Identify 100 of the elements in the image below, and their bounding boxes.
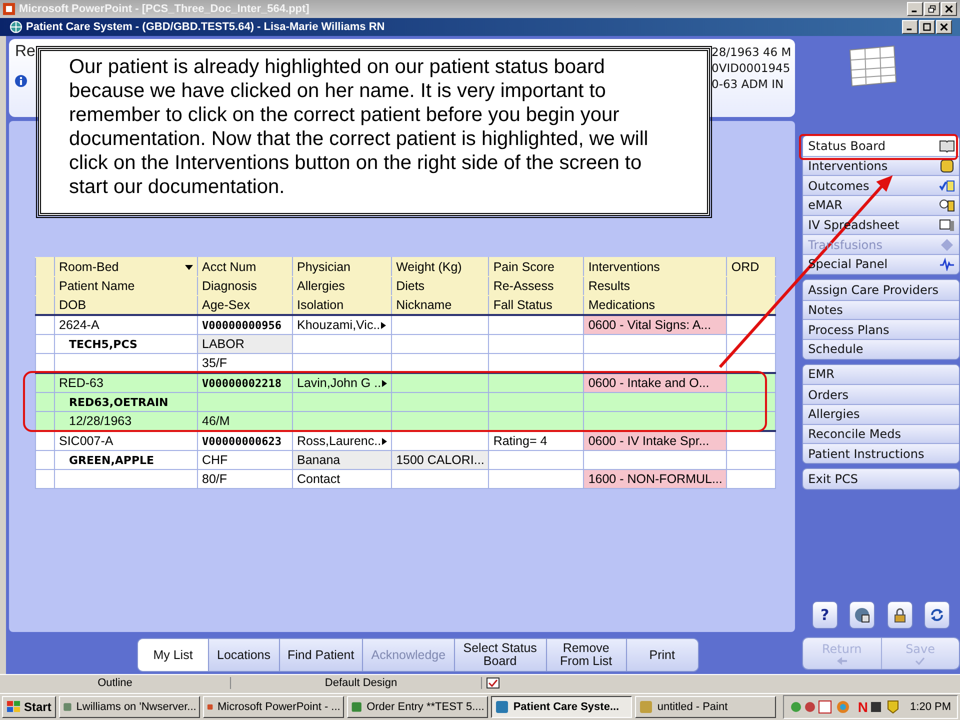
column-header: Allergies bbox=[297, 279, 345, 293]
callout-text: Our patient is already highlighted on our patient status board because we have clicked on her name. It is very important to remember to click on the correct patient before you begin your documentation. Now that the correct patient is highlighted, we will click on the Interventions button on the right side of the screen to start our documentation. bbox=[69, 55, 650, 199]
help-button[interactable]: ? bbox=[812, 601, 838, 629]
close-button[interactable] bbox=[936, 20, 952, 34]
pointer-icon[interactable] bbox=[381, 322, 386, 328]
tab[interactable]: Locations bbox=[208, 639, 279, 671]
patient-detail: 0-63 ADM IN bbox=[712, 76, 784, 92]
tab[interactable]: Print bbox=[626, 639, 698, 671]
pointer-icon[interactable] bbox=[382, 380, 388, 386]
column-header: Patient Name bbox=[59, 279, 135, 293]
pointer-icon[interactable] bbox=[382, 438, 388, 444]
column-header: Isolation bbox=[297, 298, 344, 312]
sidebar-button[interactable]: eMAR bbox=[803, 195, 959, 215]
globe-button[interactable] bbox=[849, 601, 876, 629]
column-header: DOB bbox=[59, 298, 86, 312]
restore-button[interactable] bbox=[924, 2, 940, 16]
back-arrow-icon bbox=[836, 657, 847, 665]
refresh-button[interactable] bbox=[924, 601, 950, 629]
window-title: Microsoft PowerPoint - [PCS_Three_Doc_Inter_564.ppt] bbox=[19, 3, 310, 15]
flag-icon bbox=[7, 701, 21, 713]
sidebar-button[interactable]: Allergies bbox=[803, 404, 959, 424]
column-header: Medications bbox=[588, 298, 656, 312]
table-cell: RED-63 bbox=[59, 376, 104, 390]
patient-detail: 0VID0001945 bbox=[712, 60, 790, 76]
table-cell: V00000000623 bbox=[202, 434, 282, 448]
column-header: Fall Status bbox=[493, 298, 552, 312]
checkmark-icon bbox=[915, 657, 926, 665]
minimize-button[interactable] bbox=[902, 20, 918, 34]
caret-icon[interactable] bbox=[185, 264, 193, 270]
minimize-button[interactable] bbox=[907, 2, 923, 16]
table-cell: CHF bbox=[202, 453, 228, 467]
table-cell: 0600 - IV Intake Spr... bbox=[588, 434, 710, 448]
sidebar-button[interactable]: Patient Instructions bbox=[803, 443, 959, 463]
window-title: Patient Care System - (GBD/GBD.TEST5.64) - Lisa-Marie Williams RN bbox=[26, 21, 386, 33]
table-cell: V00000002218 bbox=[202, 376, 282, 390]
table-cell: SIC007-A bbox=[59, 434, 114, 448]
table-cell: 35/F bbox=[202, 356, 228, 370]
book-icon bbox=[939, 138, 955, 153]
table-cell: Rating= 4 bbox=[493, 434, 548, 448]
column-header: Results bbox=[588, 279, 630, 293]
maximize-button[interactable] bbox=[919, 20, 935, 34]
lock-button[interactable] bbox=[886, 601, 913, 629]
close-button[interactable] bbox=[941, 2, 957, 16]
table-cell: Lavin,John G .. bbox=[297, 376, 382, 390]
pulse-icon bbox=[939, 257, 955, 272]
sidebar-button[interactable]: Schedule bbox=[803, 338, 959, 359]
table-cell: Banana bbox=[297, 453, 340, 467]
table-cell: Contact bbox=[297, 472, 340, 486]
sidebar-button[interactable]: Assign Care Providers bbox=[803, 280, 959, 300]
sidebar-button[interactable]: EMR bbox=[803, 364, 959, 384]
table-cell: 1600 - NON-FORMUL... bbox=[588, 472, 722, 486]
monitor-icon bbox=[939, 218, 955, 232]
column-header: Interventions bbox=[588, 260, 660, 274]
column-header: Nickname bbox=[396, 298, 452, 312]
table-cell: RED63,OETRAIN bbox=[69, 396, 168, 408]
tab[interactable]: My List bbox=[138, 639, 208, 671]
app-icon bbox=[3, 3, 15, 15]
table-cell: LABOR bbox=[202, 337, 244, 351]
checklist-icon bbox=[939, 178, 955, 193]
taskbar-button[interactable]: untitled - Paint bbox=[635, 696, 776, 718]
taskbar-button[interactable]: Patient Care Syste... bbox=[491, 696, 632, 718]
table-cell: 0600 - Intake and O... bbox=[588, 376, 710, 390]
tab[interactable]: Select Status Board bbox=[454, 639, 546, 671]
column-header: Room-Bed bbox=[59, 260, 119, 274]
tray-icon[interactable] bbox=[870, 700, 900, 714]
sidebar-button[interactable]: Exit PCS bbox=[803, 469, 959, 489]
app-icon bbox=[495, 700, 510, 714]
table-cell: Ross,Laurenc.. bbox=[297, 434, 382, 448]
app-icon bbox=[63, 700, 72, 714]
taskbar-button[interactable]: Microsoft PowerPoint - ... bbox=[203, 696, 344, 718]
column-header: Age-Sex bbox=[202, 298, 250, 312]
tab[interactable]: Find Patient bbox=[278, 639, 362, 671]
table-cell: Khouzami,Vic.. bbox=[297, 318, 380, 332]
start-button[interactable]: Start bbox=[2, 696, 56, 718]
sidebar-button[interactable]: Status Board bbox=[803, 136, 959, 156]
sidebar-button[interactable]: Process Plans bbox=[803, 319, 959, 339]
close-icon bbox=[940, 23, 948, 31]
patient-name-text: Re bbox=[15, 43, 36, 61]
sidebar-button[interactable]: Notes bbox=[803, 300, 959, 320]
table-cell: 12/28/1963 bbox=[69, 414, 132, 428]
status-text: Default Design bbox=[231, 677, 482, 689]
tab[interactable]: Remove From List bbox=[546, 639, 626, 671]
sidebar-button[interactable]: Reconcile Meds bbox=[803, 424, 959, 444]
table-cell: 46/M bbox=[202, 414, 230, 428]
table-cell: 80/F bbox=[202, 472, 228, 486]
sidebar-button[interactable]: Orders bbox=[803, 384, 959, 404]
table-cell: GREEN,APPLE bbox=[69, 454, 154, 466]
table-cell: 2624-A bbox=[59, 318, 100, 332]
refresh-icon bbox=[929, 607, 946, 623]
spellcheck-icon bbox=[486, 677, 500, 689]
sidebar-button[interactable]: Outcomes bbox=[803, 175, 959, 196]
clock: 1:20 PM bbox=[910, 701, 951, 713]
spreadsheet-icon bbox=[848, 44, 898, 88]
table-cell: 0600 - Vital Signs: A... bbox=[588, 318, 712, 332]
column-header: ORD bbox=[731, 260, 760, 274]
app-icon bbox=[351, 700, 363, 714]
column-header: Diagnosis bbox=[202, 279, 257, 293]
status-text: Outline bbox=[0, 677, 231, 689]
taskbar-button[interactable]: Order Entry **TEST 5.... bbox=[347, 696, 488, 718]
taskbar-button[interactable]: Lwilliams on 'Nwserver... bbox=[59, 696, 200, 718]
